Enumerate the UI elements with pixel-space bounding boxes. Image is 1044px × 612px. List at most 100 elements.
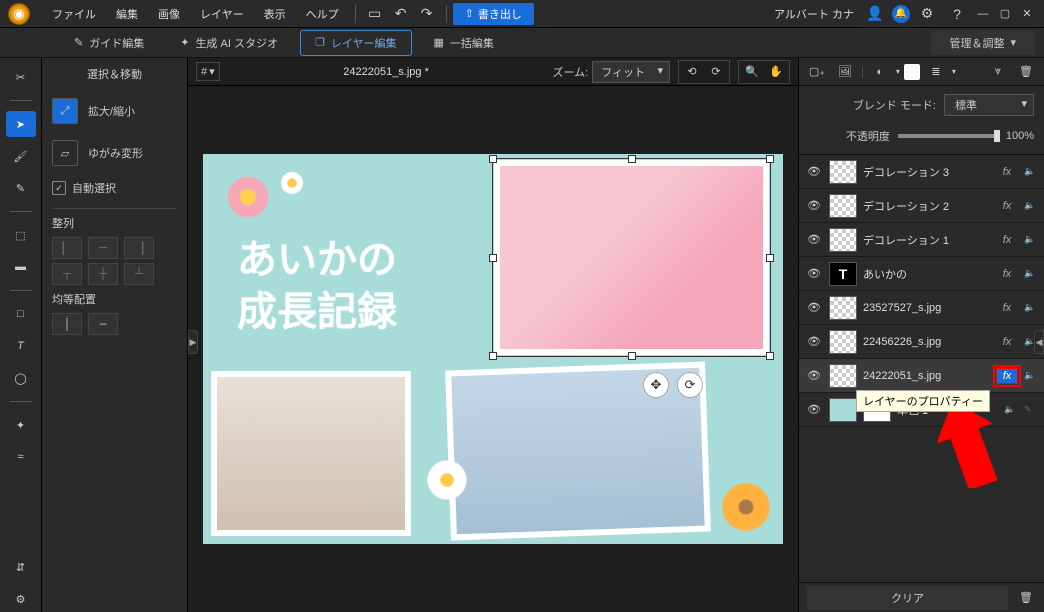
- zoom-icon[interactable]: 🔍: [741, 63, 763, 81]
- visibility-icon[interactable]: 👁: [805, 403, 823, 416]
- layer-row[interactable]: 👁22456226_s.jpgfx🔈: [799, 325, 1044, 359]
- brush-tool[interactable]: 🖌: [6, 143, 36, 169]
- zoom-select[interactable]: フィット: [592, 61, 670, 83]
- menu-image[interactable]: 画像: [148, 6, 190, 22]
- mode-layer[interactable]: ❐レイヤー編集: [300, 30, 412, 56]
- blend-mode-select[interactable]: 標準: [944, 94, 1034, 116]
- layer-speaker-icon[interactable]: 🔈: [1004, 404, 1018, 415]
- notification-icon[interactable]: 🔔: [892, 5, 910, 23]
- gradient-tool[interactable]: ▬: [6, 254, 36, 280]
- settings-icon[interactable]: ⚙: [916, 3, 938, 25]
- ellipse-tool[interactable]: ◯: [6, 365, 36, 391]
- list-icon[interactable]: ≣: [924, 62, 948, 82]
- expand-left-icon[interactable]: ▶: [188, 330, 198, 354]
- layer-speaker-icon[interactable]: 🔈: [1024, 200, 1038, 211]
- move-overlay-button[interactable]: ✥: [643, 372, 669, 398]
- visibility-icon[interactable]: 👁: [805, 199, 823, 212]
- layer-fx-button[interactable]: fx: [996, 368, 1018, 384]
- user-icon[interactable]: 👤: [864, 3, 886, 25]
- mode-batch[interactable]: ▦一括編集: [420, 31, 508, 55]
- opacity-slider[interactable]: [898, 134, 998, 138]
- align-top[interactable]: ┬: [52, 263, 82, 285]
- arrange-tool[interactable]: ⇵: [6, 554, 36, 580]
- rect-select-tool[interactable]: ⬚: [6, 222, 36, 248]
- manage-dropdown[interactable]: 管理＆調整▾: [931, 31, 1034, 55]
- align-left[interactable]: ▏: [52, 237, 82, 259]
- canvas-photo[interactable]: [211, 371, 411, 536]
- layer-row[interactable]: 👁24222051_s.jpgfx🔈: [799, 359, 1044, 393]
- menu-edit[interactable]: 編集: [106, 6, 148, 22]
- layer-fx-button[interactable]: fx: [996, 200, 1018, 212]
- selection-box[interactable]: [492, 158, 771, 357]
- option-scale[interactable]: ⤢拡大/縮小: [52, 90, 177, 132]
- visibility-icon[interactable]: 👁: [805, 233, 823, 246]
- canvas[interactable]: あいかの成長記録 ✥ ⟳: [203, 154, 783, 544]
- visibility-icon[interactable]: 👁: [805, 335, 823, 348]
- undo-icon[interactable]: ↶: [390, 3, 412, 25]
- layer-row[interactable]: 👁デコレーション 1fx🔈: [799, 223, 1044, 257]
- option-autoselect[interactable]: ✓自動選択: [52, 174, 177, 202]
- mask-icon[interactable]: [904, 64, 920, 80]
- canvas-viewport[interactable]: あいかの成長記録 ✥ ⟳: [188, 86, 798, 612]
- menu-view[interactable]: 表示: [254, 6, 296, 22]
- menu-file[interactable]: ファイル: [42, 6, 106, 22]
- align-center-v[interactable]: ┼: [88, 263, 118, 285]
- pan-icon[interactable]: ✋: [765, 63, 787, 81]
- adjust-icon[interactable]: ◐: [868, 62, 892, 82]
- layer-fx-button[interactable]: fx: [996, 302, 1018, 314]
- menu-help[interactable]: ヘルプ: [296, 6, 349, 22]
- align-center-h[interactable]: ─: [88, 237, 118, 259]
- rotate-left-icon[interactable]: ⟲: [681, 63, 703, 81]
- file-tab[interactable]: 24222051_s.jpg *: [343, 66, 429, 78]
- layer-fx-button[interactable]: fx: [996, 268, 1018, 280]
- effects-tool[interactable]: ✦: [6, 412, 36, 438]
- delete-layer-icon[interactable]: 🗑: [1014, 62, 1038, 82]
- filter-icon[interactable]: ⩔: [986, 62, 1010, 82]
- export-button[interactable]: ⇧書き出し: [453, 3, 534, 25]
- close-button[interactable]: ✕: [1018, 5, 1036, 23]
- crop-tool[interactable]: ✂: [6, 64, 36, 90]
- visibility-icon[interactable]: 👁: [805, 369, 823, 382]
- visibility-icon[interactable]: 👁: [805, 165, 823, 178]
- canvas-text[interactable]: あいかの成長記録: [237, 234, 397, 338]
- layer-fx-button[interactable]: fx: [996, 234, 1018, 246]
- help-icon[interactable]: ?: [946, 3, 968, 25]
- distribute-v[interactable]: ━: [88, 313, 118, 335]
- distribute-h[interactable]: ┃: [52, 313, 82, 335]
- clear-button[interactable]: クリア: [807, 586, 1008, 610]
- save-icon[interactable]: ▭: [364, 3, 386, 25]
- option-warp[interactable]: ▱ゆがみ変形: [52, 132, 177, 174]
- align-bottom[interactable]: ┴: [124, 263, 154, 285]
- rotate-right-icon[interactable]: ⟳: [705, 63, 727, 81]
- add-layer-icon[interactable]: ▢₊: [805, 62, 829, 82]
- shape-tool[interactable]: □: [6, 301, 36, 327]
- expand-right-icon[interactable]: ◀: [1034, 330, 1044, 354]
- layer-row[interactable]: 👁Tあいかのfx🔈: [799, 257, 1044, 291]
- visibility-icon[interactable]: 👁: [805, 301, 823, 314]
- redo-icon[interactable]: ↷: [416, 3, 438, 25]
- add-image-icon[interactable]: 🖼: [833, 62, 857, 82]
- layer-speaker-icon[interactable]: 🔈: [1024, 302, 1038, 313]
- minimize-button[interactable]: —: [974, 5, 992, 23]
- layer-row[interactable]: 👁23527527_s.jpgfx🔈: [799, 291, 1044, 325]
- layer-edit-icon[interactable]: ✎: [1024, 404, 1038, 415]
- layer-speaker-icon[interactable]: 🔈: [1024, 234, 1038, 245]
- layer-speaker-icon[interactable]: 🔈: [1024, 166, 1038, 177]
- menu-layer[interactable]: レイヤー: [190, 6, 254, 22]
- app-logo[interactable]: ◉: [8, 3, 30, 25]
- maximize-button[interactable]: ▢: [996, 5, 1014, 23]
- mode-ai[interactable]: ✦生成 AI スタジオ: [166, 31, 292, 55]
- text-tool[interactable]: T: [6, 333, 36, 359]
- move-tool[interactable]: ➤: [6, 111, 36, 137]
- layer-fx-button[interactable]: fx: [996, 336, 1018, 348]
- pen-tool[interactable]: ✎: [6, 175, 36, 201]
- rotate-overlay-button[interactable]: ⟳: [677, 372, 703, 398]
- preferences-tool[interactable]: ⚙: [6, 586, 36, 612]
- grid-dropdown[interactable]: #▾: [196, 62, 220, 81]
- layer-speaker-icon[interactable]: 🔈: [1024, 268, 1038, 279]
- visibility-icon[interactable]: 👁: [805, 267, 823, 280]
- align-right[interactable]: ▕: [124, 237, 154, 259]
- layer-row[interactable]: 👁デコレーション 2fx🔈: [799, 189, 1044, 223]
- trash-icon[interactable]: 🗑: [1016, 588, 1036, 608]
- layer-row[interactable]: 👁デコレーション 3fx🔈: [799, 155, 1044, 189]
